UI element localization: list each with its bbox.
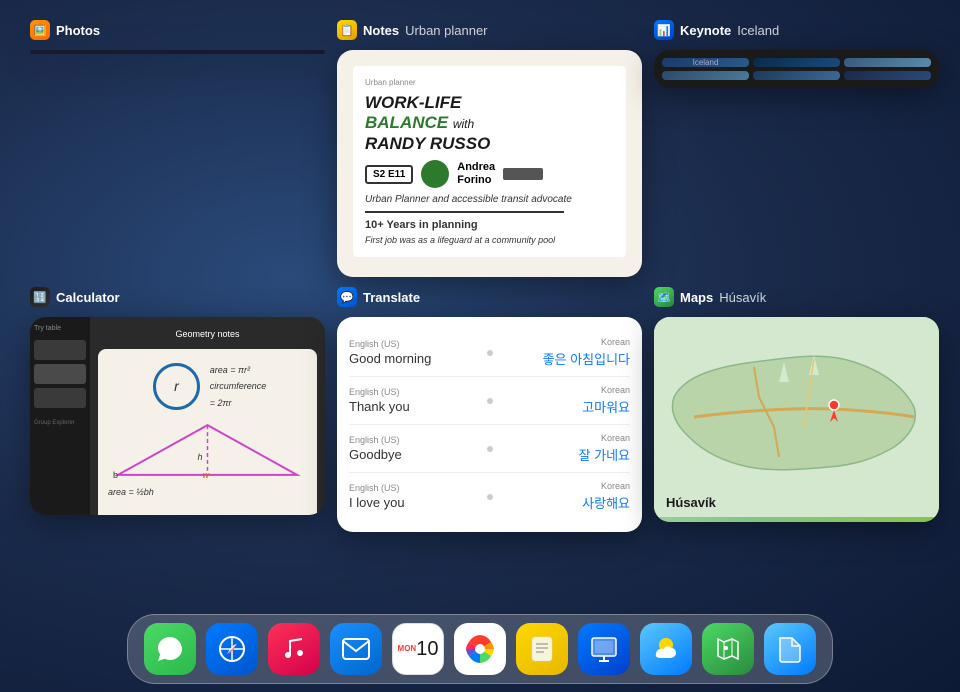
dock-safari[interactable] — [206, 623, 258, 675]
notes-description: Urban Planner and accessible transit adv… — [365, 194, 614, 205]
dock-music[interactable] — [268, 623, 320, 675]
keynote-label: 📊 Keynote Iceland — [654, 20, 779, 40]
notes-episode-row: S2 E11 AndreaForino — [365, 160, 614, 188]
maps-subtitle-label: Húsavík — [719, 290, 766, 305]
keynote-slide-2 — [753, 58, 840, 67]
svg-text:b: b — [113, 470, 118, 480]
maps-app-icon: 🗺️ — [654, 287, 674, 307]
calculator-title-label: Calculator — [56, 290, 120, 305]
notes-headline: WORK-LIFEBALANCE withRANDY RUSSO — [365, 93, 614, 154]
translate-label: 💬 Translate — [337, 287, 420, 307]
keynote-grid: Iceland — [654, 50, 939, 88]
calc-formulas: area = πr²circumference= 2πr — [210, 362, 267, 411]
notes-card[interactable]: Urban planner WORK-LIFEBALANCE withRANDY… — [337, 50, 642, 277]
dock-messages[interactable] — [144, 623, 196, 675]
translate-row-3: English (US) Goodbye Korean 잘 가네요 — [349, 425, 630, 473]
translate-card[interactable]: English (US) Good morning Korean 좋은 아침입니… — [337, 317, 642, 532]
calculator-cell[interactable]: 🔢 Calculator Try table Group Explorer Ge… — [30, 317, 325, 572]
keynote-card[interactable]: Iceland — [654, 50, 939, 88]
notes-app-icon: 📋 — [337, 20, 357, 40]
dock-notes[interactable] — [516, 623, 568, 675]
calc-notes-area: r area = πr²circumference= 2πr h w b — [98, 349, 317, 515]
notes-footer: First job was as a lifeguard at a commun… — [365, 235, 614, 245]
svg-text:w: w — [203, 470, 210, 480]
translate-title-label: Translate — [363, 290, 420, 305]
notes-years: 10+ Years in planning — [365, 219, 614, 231]
keynote-slide-6 — [844, 71, 931, 80]
translate-row-4: English (US) I love you Korean 사랑해요 — [349, 473, 630, 520]
map-svg: Húsavík — [654, 317, 939, 517]
calendar-day: MON — [398, 644, 417, 654]
calc-main: Geometry notes r area = πr²circumference… — [90, 317, 325, 515]
dock-calendar[interactable]: MON 10 — [392, 623, 444, 675]
photos-cell[interactable]: 🖼️ Photos — [30, 50, 325, 305]
notes-label: 📋 Notes Urban planner — [337, 20, 488, 40]
calc-area-formula: area = ½bh — [108, 487, 307, 497]
maps-label: 🗺️ Maps Húsavík — [654, 287, 766, 307]
photos-label: 🖼️ Photos — [30, 20, 100, 40]
notes-subtitle-label: Urban planner — [405, 23, 487, 38]
maps-cell[interactable]: 🗺️ Maps Húsavík — [654, 317, 939, 572]
maps-card[interactable]: Húsavík — [654, 317, 939, 522]
app-grid: 🖼️ Photos 📋 Notes Urba — [0, 0, 960, 692]
keynote-slide-5 — [753, 71, 840, 80]
keynote-slide-1: Iceland — [662, 58, 749, 67]
translate-row-1: English (US) Good morning Korean 좋은 아침입니… — [349, 329, 630, 377]
keynote-title-label: Keynote — [680, 23, 731, 38]
dock-keynote[interactable] — [578, 623, 630, 675]
triangle-svg: h w b — [108, 420, 307, 480]
keynote-cell[interactable]: 📊 Keynote Iceland Iceland — [654, 50, 939, 305]
dock: MON 10 — [127, 614, 833, 684]
notes-divider-line — [365, 211, 564, 213]
dock-files[interactable] — [764, 623, 816, 675]
keynote-slide-4 — [662, 71, 749, 80]
notes-document-title: Urban planner — [365, 78, 614, 87]
dock-photos[interactable] — [454, 623, 506, 675]
translate-content: English (US) Good morning Korean 좋은 아침입니… — [337, 317, 642, 532]
maps-title-label: Maps — [680, 290, 713, 305]
photos-card[interactable] — [30, 50, 325, 54]
photos-grid — [30, 50, 325, 54]
calculator-app-icon: 🔢 — [30, 287, 50, 307]
notes-cell[interactable]: 📋 Notes Urban planner Urban planner WORK… — [337, 50, 642, 305]
dock-maps[interactable] — [702, 623, 754, 675]
dock-weather[interactable] — [640, 623, 692, 675]
calc-content: Try table Group Explorer Geometry notes … — [30, 317, 325, 515]
photos-app-icon: 🖼️ — [30, 20, 50, 40]
svg-text:Húsavík: Húsavík — [666, 495, 717, 510]
photos-title: Photos — [56, 23, 100, 38]
keynote-slide-3 — [844, 58, 931, 67]
notes-person: AndreaForino — [457, 161, 495, 187]
dock-mail[interactable] — [330, 623, 382, 675]
circle-svg: r — [149, 359, 204, 414]
calc-sidebar: Try table Group Explorer — [30, 317, 90, 515]
translate-row-2: English (US) Thank you Korean 고마워요 — [349, 377, 630, 425]
notes-title-label: Notes — [363, 23, 399, 38]
maps-content: Húsavík — [654, 317, 939, 522]
photos-rainbow-icon — [463, 632, 497, 666]
keynote-app-icon: 📊 — [654, 20, 674, 40]
calculator-label: 🔢 Calculator — [30, 287, 120, 307]
svg-text:r: r — [174, 378, 180, 394]
keynote-subtitle-label: Iceland — [737, 23, 779, 38]
translate-app-icon: 💬 — [337, 287, 357, 307]
calendar-date: 10 — [416, 639, 438, 659]
translate-cell[interactable]: 💬 Translate English (US) Good morning Ko… — [337, 317, 642, 572]
svg-text:h: h — [198, 452, 203, 462]
calculator-card[interactable]: Try table Group Explorer Geometry notes … — [30, 317, 325, 515]
notes-content: Urban planner WORK-LIFEBALANCE withRANDY… — [337, 50, 642, 277]
